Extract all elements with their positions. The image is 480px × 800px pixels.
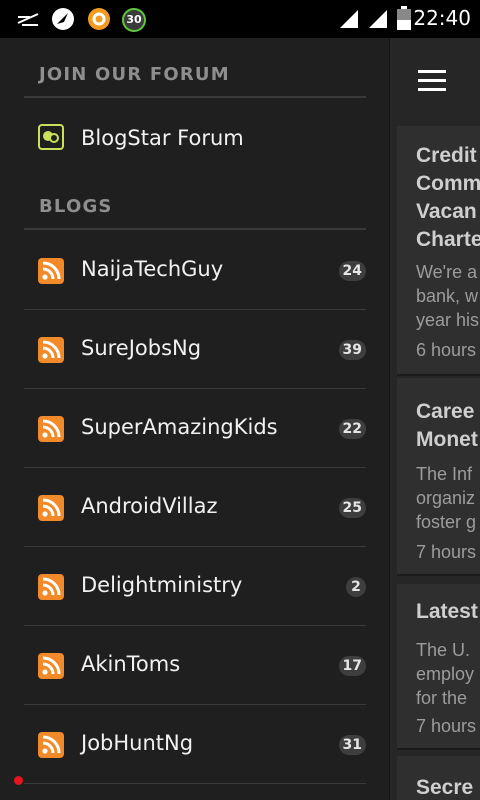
rss-icon xyxy=(38,337,64,363)
blog-item-delightministry[interactable]: Delightministry 2 xyxy=(0,547,389,625)
cell-signal-icon xyxy=(369,10,387,28)
rss-icon xyxy=(38,574,64,600)
count-badge: 24 xyxy=(338,261,366,281)
rss-icon xyxy=(38,258,64,284)
blogs-header: BLOGS xyxy=(39,196,113,217)
recording-indicator-dot xyxy=(14,776,23,785)
feed-card[interactable]: Caree Monet The Inf organiz foster g 7 hou… xyxy=(397,378,480,576)
feed-card[interactable]: Credit Comm Vacan Charte We're a bank, w … xyxy=(397,126,480,376)
count-badge: 17 xyxy=(338,656,366,676)
count-badge: 25 xyxy=(338,498,366,518)
count-badge: 2 xyxy=(346,577,366,597)
divider xyxy=(24,228,366,230)
blog-item-akintoms[interactable]: AkinToms 17 xyxy=(0,626,389,704)
compass-icon xyxy=(52,8,74,30)
blog-item-label: JobHuntNg xyxy=(81,731,194,755)
card-title: Secre xyxy=(416,776,474,799)
forum-chat-icon xyxy=(38,124,64,150)
blog-item-superamazingkids[interactable]: SuperAmazingKids 22 xyxy=(0,389,389,467)
blog-item-naijatechguy[interactable]: NaijaTechGuy 24 xyxy=(0,231,389,309)
divider xyxy=(24,96,366,98)
rss-icon xyxy=(38,732,64,758)
rss-icon xyxy=(38,495,64,521)
card-title: Caree Monet xyxy=(416,400,478,451)
status-bar: 30 22:40 xyxy=(0,0,480,38)
count-badge: 39 xyxy=(338,340,366,360)
battery-icon xyxy=(397,6,411,30)
card-timestamp: 7 hours xyxy=(416,542,477,562)
blog-item-label: SuperAmazingKids xyxy=(81,415,278,439)
card-title: Latest xyxy=(416,600,478,623)
blog-item-label: AndroidVillaz xyxy=(81,494,218,518)
rss-icon xyxy=(38,416,64,442)
wifi-icon xyxy=(340,10,358,28)
signal-strength-icon xyxy=(17,13,39,26)
forum-label: BlogStar Forum xyxy=(81,126,244,150)
blog-item-surejobsng[interactable]: SureJobsNg 39 xyxy=(0,310,389,388)
blog-item-androidvillaz[interactable]: AndroidVillaz 25 xyxy=(0,468,389,546)
clock: 22:40 xyxy=(413,6,471,30)
join-forum-header: JOIN OUR FORUM xyxy=(39,64,230,85)
forum-item[interactable]: BlogStar Forum xyxy=(0,110,389,168)
blog-item-label: AkinToms xyxy=(81,652,181,676)
card-snippet: We're a bank, w year his xyxy=(416,262,480,330)
card-snippet: The U. employ for the xyxy=(416,640,475,708)
blog-item-label: SureJobsNg xyxy=(81,336,202,360)
card-title: Credit Comm Vacan Charte xyxy=(416,144,480,251)
main-feed: Credit Comm Vacan Charte We're a bank, w … xyxy=(390,38,480,800)
navigation-drawer: JOIN OUR FORUM BlogStar Forum BLOGS Naij… xyxy=(0,38,390,800)
card-snippet: The Inf organiz foster g xyxy=(416,464,477,532)
card-timestamp: 7 hours xyxy=(416,716,477,736)
blog-item-label: Delightministry xyxy=(81,573,243,597)
card-timestamp: 6 hours xyxy=(416,340,477,360)
ring-app-icon xyxy=(88,8,110,30)
rss-icon xyxy=(38,653,64,679)
badge-30-icon: 30 xyxy=(122,8,146,32)
count-badge: 22 xyxy=(338,419,366,439)
blog-item-label: NaijaTechGuy xyxy=(81,257,224,281)
menu-hamburger-icon[interactable] xyxy=(418,70,446,92)
feed-card[interactable]: Secre xyxy=(397,756,480,800)
count-badge: 31 xyxy=(338,735,366,755)
blog-item-jobhuntng[interactable]: JobHuntNg 31 xyxy=(0,705,389,783)
divider xyxy=(24,783,366,784)
feed-card[interactable]: Latest The U. employ for the 7 hours xyxy=(397,584,480,750)
